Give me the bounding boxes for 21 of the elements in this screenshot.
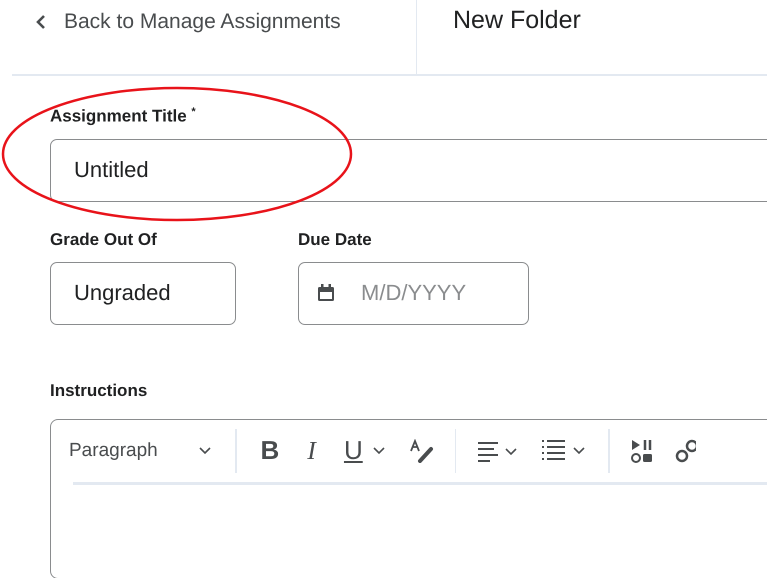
- chevron-down-icon: [372, 446, 385, 455]
- format-select[interactable]: Paragraph: [69, 440, 225, 462]
- calendar-icon: [316, 282, 336, 303]
- link-icon[interactable]: [674, 438, 696, 464]
- text-editor[interactable]: Paragraph B I U: [50, 418, 767, 578]
- italic-button[interactable]: I: [307, 436, 316, 466]
- underline-button[interactable]: U: [344, 435, 385, 466]
- chevron-left-icon: [36, 14, 46, 30]
- field-label: Instructions: [50, 380, 148, 401]
- field-label: Grade Out Of: [50, 230, 158, 250]
- title-input-field[interactable]: Untitled: [50, 138, 767, 202]
- chevron-down-icon: [199, 446, 211, 455]
- format-painter-icon[interactable]: [408, 438, 435, 463]
- bold-button[interactable]: B: [260, 435, 280, 466]
- date-input-field[interactable]: M/D/YYYY: [298, 262, 529, 325]
- back-link[interactable]: Back to Manage Assignments: [12, 0, 416, 34]
- media-icon[interactable]: [630, 438, 654, 464]
- grade-input-field[interactable]: Ungraded: [50, 262, 236, 325]
- field-label: Due Date: [298, 230, 373, 250]
- field-label: Assignment Title $^{*}$: [50, 106, 197, 127]
- page-title: New Folder: [452, 5, 581, 35]
